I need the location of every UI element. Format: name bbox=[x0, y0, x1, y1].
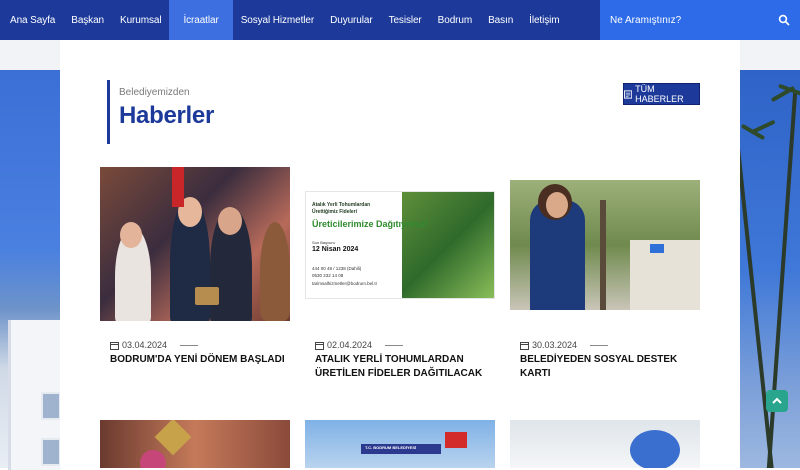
nav-item-icraatlar[interactable]: İcraatlar bbox=[169, 0, 233, 40]
section-title: Haberler bbox=[119, 102, 214, 129]
divider bbox=[180, 344, 199, 346]
background-image-left bbox=[0, 70, 61, 470]
news-date: 30.03.2024 bbox=[520, 340, 609, 350]
poster-contact1: 444 00 48 / 1238 (Dahili) bbox=[312, 266, 362, 271]
palm-frond bbox=[750, 119, 776, 135]
news-title[interactable]: BODRUM'DA YENİ DÖNEM BAŞLADI bbox=[110, 353, 285, 367]
card-object bbox=[650, 244, 664, 253]
news-card-1[interactable]: 03.04.2024 BODRUM'DA YENİ DÖNEM BAŞLADI bbox=[100, 167, 290, 377]
news-title[interactable]: ATALIK YERLİ TOHUMLARDAN ÜRETİLEN FİDELE… bbox=[315, 353, 490, 381]
tree-trunk bbox=[600, 200, 606, 310]
poster-contact2: 0530 232 14 08 bbox=[312, 273, 344, 278]
poster-line1: Atalık Yerli Tohumlardan bbox=[312, 202, 371, 208]
news-card-2[interactable]: Atalık Yerli Tohumlardan Ürettiğimiz Fid… bbox=[305, 167, 495, 387]
banner-text: T.C. BODRUM BELEDİYESİ bbox=[365, 445, 417, 450]
news-card-3[interactable]: 30.03.2024 BELEDİYEDEN SOSYAL DESTEK KAR… bbox=[510, 167, 700, 379]
poster-email: tarimsalhizmetler@bodrum.bel.tr bbox=[312, 281, 378, 286]
search-input[interactable] bbox=[600, 13, 772, 27]
nav-item-duyurular[interactable]: Duyurular bbox=[322, 0, 380, 40]
calendar-icon bbox=[110, 341, 119, 350]
poster-line2: Ürettiğimiz Fideleri bbox=[312, 209, 358, 215]
building bbox=[8, 320, 61, 470]
nav-item-sosyal-hizmetler[interactable]: Sosyal Hizmetler bbox=[233, 0, 322, 40]
news-title[interactable]: BELEDİYEDEN SOSYAL DESTEK KARTI bbox=[520, 353, 695, 381]
nav-item-ana-sayfa[interactable]: Ana Sayfa bbox=[2, 0, 63, 40]
poster-headline: Üreticilerimize Dağıtıyoruz! bbox=[312, 219, 429, 229]
flag bbox=[172, 167, 184, 207]
search-box bbox=[600, 0, 800, 40]
news-image bbox=[100, 167, 290, 321]
news-date-text: 03.04.2024 bbox=[122, 340, 168, 350]
main-navbar: Ana Sayfa Başkan Kurumsal İcraatlar Sosy… bbox=[0, 0, 800, 40]
balloons bbox=[630, 430, 680, 468]
chevron-up-icon bbox=[772, 397, 782, 404]
news-image bbox=[100, 420, 290, 468]
palm-trunk bbox=[740, 130, 774, 468]
divider bbox=[590, 344, 609, 346]
news-card-4[interactable] bbox=[100, 420, 290, 468]
news-card-5[interactable]: T.C. BODRUM BELEDİYESİ bbox=[305, 420, 495, 468]
news-card-6[interactable] bbox=[510, 420, 700, 468]
poster-deadline-date: 12 Nisan 2024 bbox=[312, 246, 359, 253]
news-image: T.C. BODRUM BELEDİYESİ bbox=[305, 420, 495, 468]
news-date-text: 30.03.2024 bbox=[532, 340, 578, 350]
section-heading: Belediyemizden Haberler bbox=[107, 80, 214, 144]
nav-item-kurumsal[interactable]: Kurumsal bbox=[112, 0, 169, 40]
news-date-text: 02.04.2024 bbox=[327, 340, 373, 350]
news-date: 02.04.2024 bbox=[315, 340, 404, 350]
scroll-top-button[interactable] bbox=[766, 390, 788, 412]
person-face bbox=[218, 207, 242, 235]
poster-deadline-label: Son Başvuru bbox=[312, 240, 335, 245]
section-subtitle: Belediyemizden bbox=[119, 87, 190, 98]
calendar-icon bbox=[315, 341, 324, 350]
news-image: Atalık Yerli Tohumlardan Ürettiğimiz Fid… bbox=[305, 191, 495, 299]
seedling-graphic bbox=[402, 192, 494, 298]
all-news-button[interactable]: TÜM HABERLER bbox=[623, 83, 700, 105]
person-face bbox=[120, 222, 142, 248]
person-2 bbox=[630, 240, 700, 310]
nav-menu: Ana Sayfa Başkan Kurumsal İcraatlar Sosy… bbox=[0, 0, 568, 40]
search-icon[interactable] bbox=[778, 14, 790, 26]
all-news-label: TÜM HABERLER bbox=[635, 84, 684, 104]
newspaper-icon bbox=[624, 89, 633, 99]
nav-item-tesisler[interactable]: Tesisler bbox=[381, 0, 430, 40]
nav-item-baskan[interactable]: Başkan bbox=[63, 0, 112, 40]
nav-item-basin[interactable]: Basın bbox=[480, 0, 521, 40]
person-face bbox=[546, 192, 568, 218]
nav-item-iletisim[interactable]: İletişim bbox=[521, 0, 567, 40]
decor bbox=[140, 450, 166, 468]
calendar-icon bbox=[520, 341, 529, 350]
news-image bbox=[510, 420, 700, 468]
nav-item-bodrum[interactable]: Bodrum bbox=[430, 0, 480, 40]
news-date: 03.04.2024 bbox=[110, 340, 199, 350]
person bbox=[260, 222, 290, 321]
flag bbox=[445, 432, 467, 448]
divider bbox=[385, 344, 404, 346]
news-image bbox=[510, 180, 700, 310]
window bbox=[41, 438, 61, 466]
gift-frame bbox=[195, 287, 219, 305]
ornament bbox=[154, 420, 192, 456]
window bbox=[41, 392, 61, 420]
